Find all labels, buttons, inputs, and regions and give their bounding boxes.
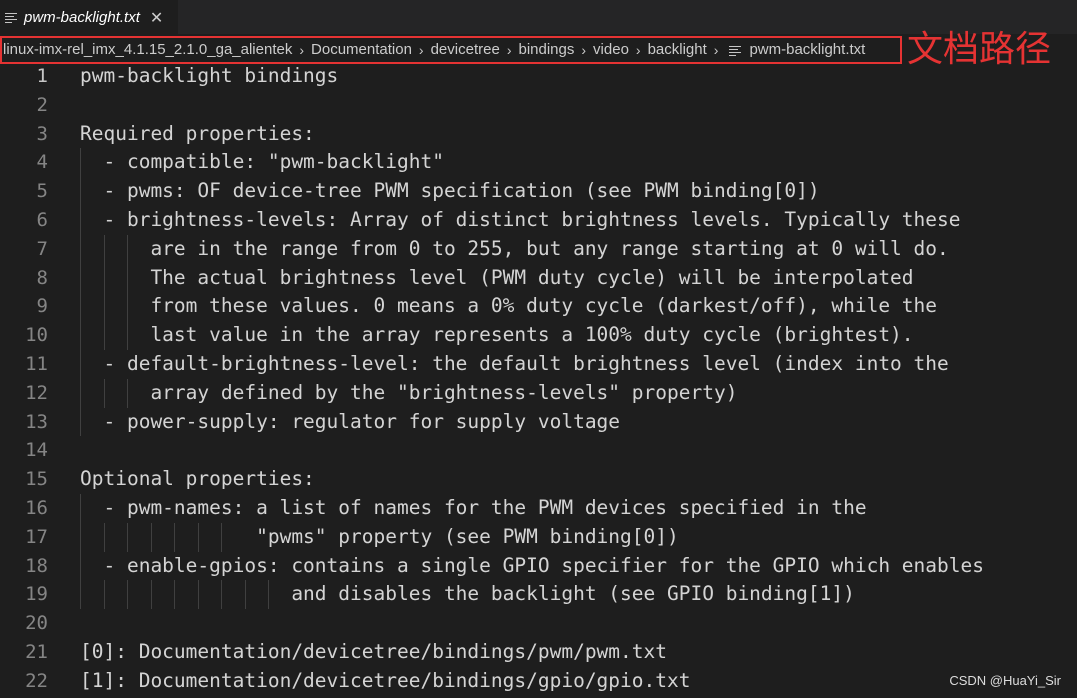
tab-label: pwm-backlight.txt (24, 8, 140, 26)
line-number: 4 (36, 151, 48, 174)
code-text: - compatible: "pwm-backlight" (80, 150, 444, 174)
chevron-right-icon: › (299, 41, 305, 58)
code-text: and disables the backlight (see GPIO bin… (80, 582, 855, 606)
chevron-right-icon: › (418, 41, 424, 58)
line-number: 12 (25, 381, 48, 404)
line-number: 10 (25, 324, 48, 347)
code-line[interactable]: 15 Optional properties: (0, 465, 1077, 494)
code-text: last value in the array represents a 100… (80, 323, 914, 347)
line-number: 14 (25, 439, 48, 462)
code-text: are in the range from 0 to 255, but any … (80, 236, 949, 260)
code-text: [1]: Documentation/devicetree/bindings/g… (80, 668, 691, 692)
code-line[interactable]: 20 (0, 609, 1077, 638)
code-line[interactable]: 12 array defined by the "brightness-leve… (0, 378, 1077, 408)
line-number: 22 (25, 669, 48, 692)
line-number: 9 (36, 295, 48, 318)
breadcrumb-file[interactable]: pwm-backlight.txt (749, 41, 865, 58)
code-text: "pwms" property (see PWM binding[0]) (80, 524, 679, 548)
code-line[interactable]: 13 - power-supply: regulator for supply … (0, 407, 1077, 437)
line-number: 21 (25, 641, 48, 663)
code-line[interactable]: 22 [1]: Documentation/devicetree/bindings… (0, 667, 1077, 696)
code-line[interactable]: 11 - default-brightness-level: the defau… (0, 350, 1077, 379)
code-line[interactable]: 16 - pwm-names: a list of names for the … (0, 494, 1077, 523)
line-number: 13 (25, 410, 48, 433)
code-text: - enable-gpios: contains a single GPIO s… (80, 553, 984, 577)
code-text: - power-supply: regulator for supply vol… (80, 409, 621, 433)
line-number: 18 (25, 554, 48, 577)
tab-pwm-backlight[interactable]: pwm-backlight.txt ✕ (0, 0, 178, 34)
line-number: 17 (25, 525, 48, 548)
line-number: 7 (36, 237, 48, 260)
code-line[interactable]: 8 The actual brightness level (PWM duty … (0, 263, 1077, 293)
line-number: 2 (36, 93, 48, 116)
code-line[interactable]: 7 are in the range from 0 to 255, but an… (0, 234, 1077, 264)
code-text: - default-brightness-level: the default … (80, 352, 949, 375)
code-line[interactable]: 1 pwm-backlight bindings (0, 62, 1077, 91)
chevron-right-icon: › (713, 41, 719, 58)
code-text: from these values. 0 means a 0% duty cyc… (80, 294, 938, 318)
breadcrumb-items: linux-imx-rel_imx_4.1.15_2.1.0_ga_alient… (3, 41, 865, 58)
code-line[interactable]: 18 - enable-gpios: contains a single GPI… (0, 551, 1077, 581)
line-number: 3 (36, 122, 48, 145)
code-text: The actual brightness level (PWM duty cy… (80, 265, 914, 289)
chevron-right-icon: › (581, 41, 587, 58)
line-number: 15 (25, 468, 48, 491)
code-text: - pwms: OF device-tree PWM specification… (80, 179, 820, 203)
code-line[interactable]: 2 (0, 91, 1077, 120)
code-text: - brightness-levels: Array of distinct b… (80, 208, 961, 231)
code-line[interactable]: 3 Required properties: (0, 120, 1077, 149)
code-text: Optional properties: (80, 467, 315, 491)
breadcrumb-item[interactable]: Documentation (311, 41, 412, 58)
code-text: - pwm-names: a list of names for the PWM… (80, 496, 867, 519)
breadcrumb-item[interactable]: backlight (648, 41, 707, 58)
code-line[interactable]: 4 - compatible: "pwm-backlight" (0, 148, 1077, 178)
code-text: array defined by the "brightness-levels"… (80, 380, 738, 404)
code-line[interactable]: 10 last value in the array represents a … (0, 321, 1077, 350)
line-number: 1 (36, 65, 48, 87)
line-number: 6 (36, 209, 48, 231)
chevron-right-icon: › (506, 41, 512, 58)
code-text: Required properties: (80, 121, 315, 145)
code-line[interactable]: 19 and disables the backlight (see GPIO … (0, 580, 1077, 610)
line-number: 16 (25, 497, 48, 519)
breadcrumb-item[interactable]: linux-imx-rel_imx_4.1.15_2.1.0_ga_alient… (3, 41, 292, 58)
line-number: 11 (25, 353, 48, 375)
breadcrumb-item[interactable]: devicetree (431, 41, 500, 58)
breadcrumb-item[interactable]: video (593, 41, 629, 58)
line-number: 8 (36, 266, 48, 289)
code-line[interactable]: 5 - pwms: OF device-tree PWM specificati… (0, 177, 1077, 206)
code-line[interactable]: 17 "pwms" property (see PWM binding[0]) (0, 522, 1077, 552)
chevron-right-icon: › (635, 41, 641, 58)
code-text: pwm-backlight bindings (80, 64, 339, 87)
line-number: 19 (25, 583, 48, 606)
code-line[interactable]: 9 from these values. 0 means a 0% duty c… (0, 292, 1077, 322)
code-line[interactable]: 14 (0, 436, 1077, 465)
breadcrumb-item[interactable]: bindings (518, 41, 574, 58)
file-lines-icon (5, 12, 17, 23)
watermark: CSDN @HuaYi_Sir (949, 673, 1061, 688)
code-line[interactable]: 21 [0]: Documentation/devicetree/bindings… (0, 638, 1077, 667)
code-editor[interactable]: 1 pwm-backlight bindings 2 3 Required proper… (0, 62, 1077, 698)
code-line[interactable]: 6 - brightness-levels: Array of distinct… (0, 206, 1077, 235)
close-icon[interactable]: ✕ (150, 8, 163, 27)
line-number: 5 (36, 180, 48, 203)
line-number: 20 (25, 612, 48, 635)
code-text: [0]: Documentation/devicetree/bindings/p… (80, 640, 667, 663)
file-lines-icon (729, 45, 742, 56)
